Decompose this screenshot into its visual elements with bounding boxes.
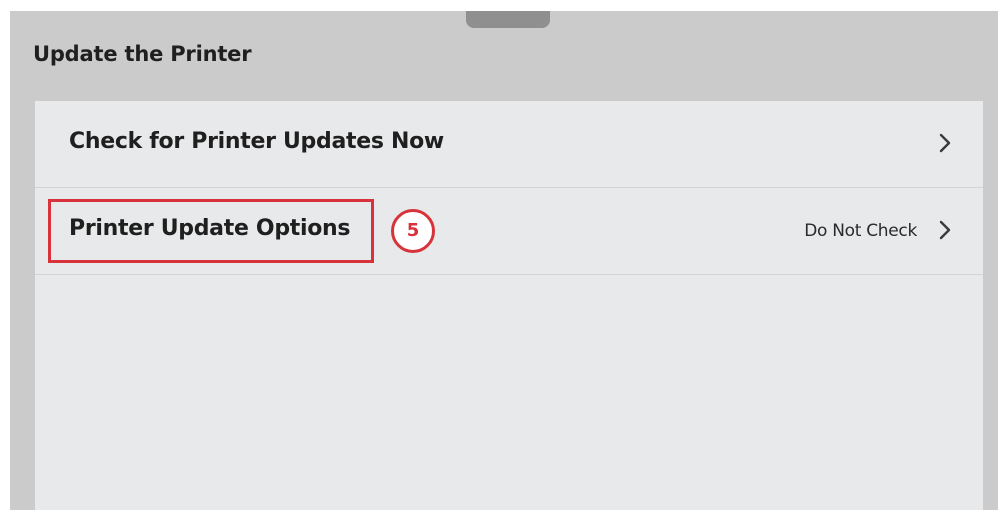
drag-handle[interactable] [466, 11, 550, 28]
menu-item-label: Printer Update Options [69, 216, 351, 241]
chevron-right-icon [939, 220, 951, 240]
menu-item-check-updates-now[interactable]: Check for Printer Updates Now [35, 101, 983, 188]
menu-item-update-options[interactable]: Printer Update Options 5 Do Not Check [35, 188, 983, 275]
printer-screen: Update the Printer Check for Printer Upd… [10, 11, 998, 510]
menu-item-label: Check for Printer Updates Now [69, 129, 444, 154]
menu-item-value: Do Not Check [804, 221, 917, 241]
menu-panel: Check for Printer Updates Now Printer Up… [35, 101, 983, 510]
screen-title: Update the Printer [33, 42, 252, 66]
chevron-right-icon [939, 133, 951, 153]
step-number-badge: 5 [391, 209, 435, 253]
